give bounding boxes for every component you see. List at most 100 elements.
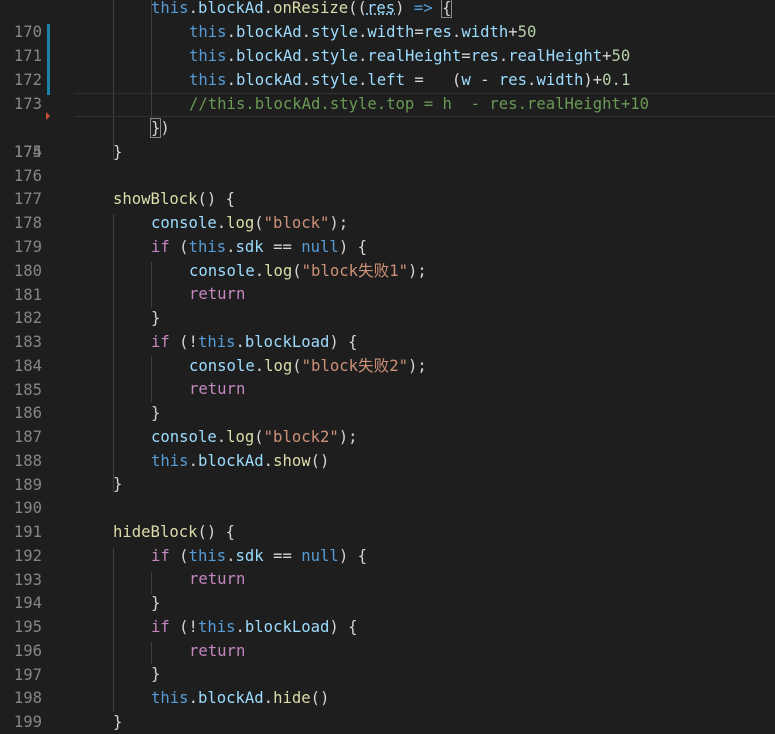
code-text[interactable]: if (!this.blockLoad) { (151, 331, 358, 355)
token-property: blockAd (197, 452, 264, 470)
code-line[interactable]: 197 return (0, 640, 775, 684)
code-text[interactable]: console.log("block失败1"); (189, 260, 427, 284)
code-text[interactable]: this.blockAd.show() (151, 450, 329, 474)
token-punct: ) { (338, 238, 367, 256)
token-brace: } (151, 665, 161, 683)
code-text[interactable]: this.blockAd.style.width=res.width+50 (189, 21, 536, 45)
code-line[interactable]: 175 }) (0, 117, 775, 161)
token-punct: . (263, 689, 274, 707)
code-line[interactable]: 182 return (0, 283, 775, 327)
token-punct: . (216, 428, 227, 446)
code-text[interactable]: } (113, 473, 122, 497)
code-text[interactable]: //this.blockAd.style.top = h - res.realH… (189, 93, 649, 117)
token-punct: (! (169, 333, 198, 351)
code-text[interactable]: return (189, 283, 245, 307)
token-property: res (423, 23, 452, 41)
code-text[interactable]: if (this.sdk == null) { (151, 236, 367, 260)
code-line[interactable]: 180 if (this.sdk == null) { (0, 236, 775, 280)
code-text[interactable]: } (151, 402, 160, 426)
token-punct: . (358, 23, 368, 41)
code-editor[interactable]: 170 this.blockAd.onResize((res) => { 171… (0, 0, 775, 734)
token-punct: ) (160, 119, 170, 137)
token-punct: . (254, 262, 265, 280)
token-function: log (226, 428, 255, 446)
token-keyword: if (151, 238, 170, 256)
code-line[interactable]: 192 hideBlock() { (0, 521, 775, 565)
code-line[interactable]: 200 } (0, 711, 775, 734)
code-line[interactable]: 199 this.blockAd.hide() (0, 687, 775, 731)
code-text[interactable]: return (189, 378, 245, 402)
code-line[interactable]: 189 this.blockAd.show() (0, 450, 775, 494)
code-text[interactable]: hideBlock() { (113, 521, 235, 545)
code-line[interactable]: 179 console.log("block"); (0, 212, 775, 256)
code-text[interactable]: showBlock() { (113, 188, 235, 212)
token-punct: . (216, 214, 227, 232)
code-text[interactable]: } (113, 711, 122, 734)
code-line[interactable]: 172 this.blockAd.style.realHeight=res.re… (0, 45, 775, 89)
token-object: console (189, 262, 255, 280)
code-line[interactable]: 195 } (0, 592, 775, 636)
code-line[interactable]: 187 } (0, 402, 775, 446)
code-line[interactable]: 191 (0, 497, 775, 541)
code-line[interactable]: 196 if (!this.blockLoad) { (0, 616, 775, 660)
token-null: null (301, 238, 339, 256)
code-text[interactable]: } (151, 307, 160, 331)
token-property: left (367, 71, 405, 89)
token-property: style (311, 23, 359, 41)
code-text[interactable]: this.blockAd.style.left = (w - res.width… (189, 69, 630, 93)
code-text[interactable]: }) (149, 117, 170, 141)
token-variable: w (461, 71, 471, 89)
code-text[interactable]: if (!this.blockLoad) { (151, 616, 358, 640)
token-punct: . (188, 689, 198, 707)
token-keyword: this (189, 23, 227, 41)
code-line[interactable]: 170 this.blockAd.onResize((res) => { (0, 0, 775, 41)
code-line[interactable]: 178 showBlock() { (0, 188, 775, 232)
code-text[interactable]: return (189, 640, 245, 664)
code-line[interactable]: 190 } (0, 473, 775, 517)
token-param: res (366, 0, 396, 17)
code-text[interactable]: console.log("block失败2"); (189, 355, 427, 379)
code-text[interactable]: this.blockAd.onResize((res) => { (151, 0, 453, 21)
token-punct: ( (254, 214, 264, 232)
token-property: blockLoad (244, 333, 330, 351)
token-punct: . (226, 547, 236, 565)
code-line[interactable]: 185 console.log("block失败2"); (0, 355, 775, 399)
token-punct: () { (197, 190, 236, 208)
code-text[interactable]: } (151, 592, 160, 616)
code-line[interactable]: 183 } (0, 307, 775, 351)
code-line[interactable]: 198 } (0, 663, 775, 707)
token-punct: . (263, 452, 274, 470)
code-text[interactable]: console.log("block2"); (151, 426, 358, 450)
token-punct: . (301, 47, 312, 65)
code-text[interactable]: this.blockAd.hide() (151, 687, 329, 711)
code-text[interactable]: this.blockAd.style.realHeight=res.realHe… (189, 45, 630, 69)
code-line[interactable]: 176 } (0, 141, 775, 185)
code-text[interactable]: console.log("block"); (151, 212, 348, 236)
token-property: realHeight (367, 47, 462, 65)
token-punct: ) { (338, 547, 367, 565)
code-text[interactable]: } (151, 663, 160, 687)
token-keyword: this (151, 0, 189, 17)
code-line[interactable]: 181 console.log("block失败1"); (0, 260, 775, 304)
token-property: sdk (235, 238, 264, 256)
token-keyword: this (151, 689, 189, 707)
token-function: show (273, 452, 311, 470)
code-line[interactable]: 177 (0, 164, 775, 208)
code-line-current[interactable]: 174 //this.blockAd.style.top = h - res.r… (0, 93, 775, 161)
token-brace: } (151, 594, 161, 612)
code-line[interactable]: 184 if (!this.blockLoad) { (0, 331, 775, 375)
code-line[interactable]: 173 this.blockAd.style.left = (w - res.w… (0, 69, 775, 113)
code-line[interactable]: 194 return (0, 568, 775, 612)
token-keyword: return (189, 642, 246, 660)
code-line[interactable]: 188 console.log("block2"); (0, 426, 775, 470)
code-text[interactable]: } (113, 141, 122, 165)
code-line[interactable]: 171 this.blockAd.style.width=res.width+5… (0, 21, 775, 65)
code-line[interactable]: 186 return (0, 378, 775, 422)
code-text[interactable]: return (189, 568, 245, 592)
token-punct: ); (329, 214, 349, 232)
token-number: 50 (517, 23, 537, 41)
code-text[interactable]: if (this.sdk == null) { (151, 545, 367, 569)
token-property: blockAd (197, 0, 264, 17)
code-line[interactable]: 193 if (this.sdk == null) { (0, 545, 775, 589)
